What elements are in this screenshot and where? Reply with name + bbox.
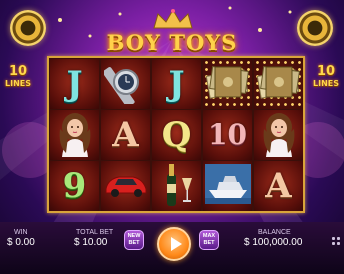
grid-menu-icon[interactable] [332,237,340,245]
symbol-letter: 10 [208,118,247,151]
symbol-letter: A [112,115,139,155]
crown-ornament [153,9,193,29]
lines-number: 10 [8,64,28,79]
reel-cell [254,59,303,109]
reel-grid: J 9 A J Q 10 A [47,56,305,213]
reel-cell: A [254,161,303,211]
win-label: WIN [14,229,28,236]
reel-cell: 9 [50,161,99,211]
play-icon [171,237,182,251]
reel-cell [203,59,252,109]
symbol-girl [256,110,302,160]
symbol-yacht [204,164,251,208]
reel-cell: J [152,59,201,109]
lines-badge-left: 10 LINES [2,64,34,90]
symbol-watch [102,60,148,108]
symbol-letter: A [265,166,292,206]
max-bet-line2: BET [203,240,215,246]
win-value: $ 0.00 [7,237,35,248]
reel-cell [50,110,99,160]
lines-word: LINES [313,79,339,88]
symbol-letter: J [66,64,83,104]
new-bet-button[interactable]: NEW BET [124,230,144,250]
speaker-icon [297,10,333,46]
spin-button[interactable] [157,227,191,261]
symbol-champagne [157,161,197,211]
symbol-cash [256,61,302,107]
reel-cell: 10 [203,110,252,160]
total-bet-value: $ 10.00 [74,237,108,248]
reel-cell [254,110,303,160]
max-bet-line1: MAX [202,233,216,239]
lines-badge-right: 10 LINES [310,64,342,90]
max-bet-button[interactable]: MAX BET [199,230,219,250]
new-bet-line1: NEW [127,233,141,239]
new-bet-line2: BET [128,240,140,246]
reel-cell [152,161,201,211]
speaker-icon [10,10,46,46]
reel-cell: J [50,59,99,109]
symbol-letter: 9 [62,166,87,206]
game-logo: BOY TOYS [106,30,238,55]
reel-cell [101,59,150,109]
symbol-girl [52,110,98,160]
balance-value: $ 100,000.00 [244,237,303,248]
reel-cell: A [101,110,150,160]
total-bet-label: TOTAL BET [76,229,114,236]
symbol-letter: J [168,64,185,104]
reel-cell [203,161,252,211]
lines-word: LINES [5,79,31,88]
symbol-cash [205,61,251,107]
reel-cell [101,161,150,211]
symbol-car [103,169,149,203]
lines-number: 10 [316,64,336,79]
reel-cell: Q [152,110,201,160]
balance-label: BALANCE [258,229,291,236]
symbol-letter: Q [161,115,192,155]
